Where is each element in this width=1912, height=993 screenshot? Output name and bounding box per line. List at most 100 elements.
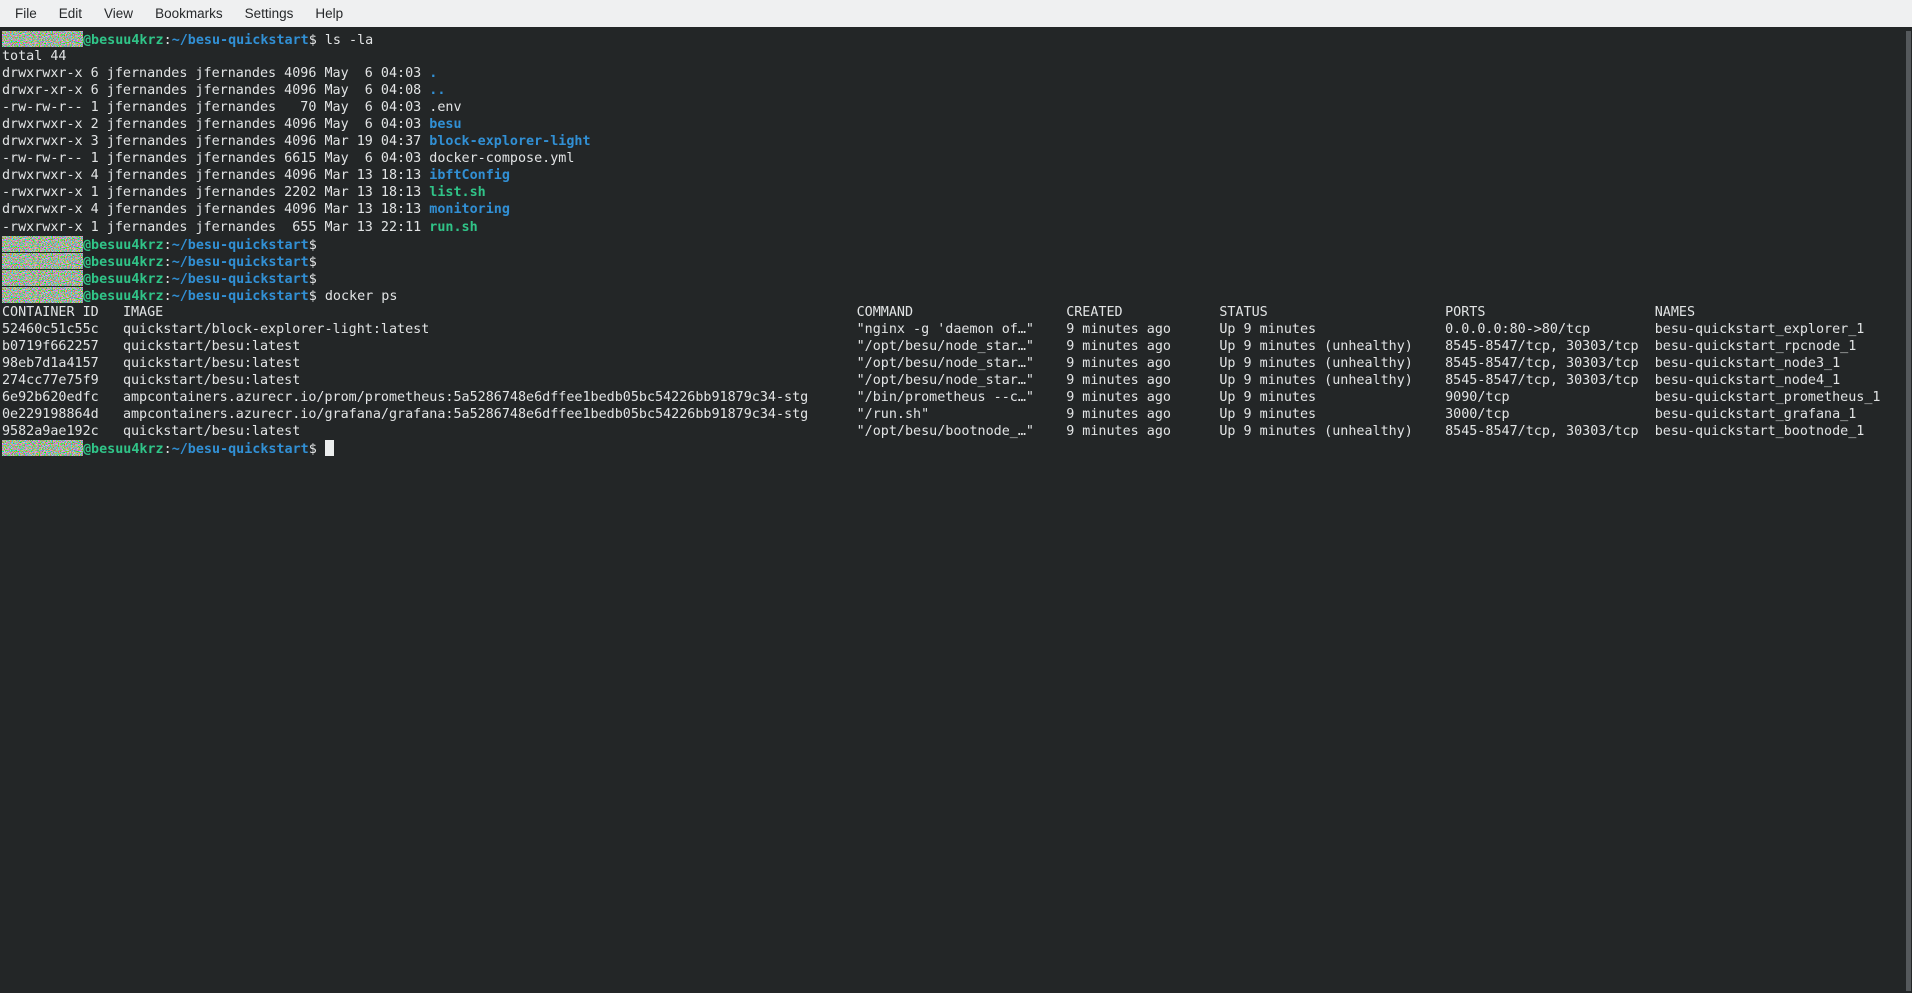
terminal-line: drwxrwxr-x 3 jfernandes jfernandes 4096 … — [2, 133, 1912, 150]
cell-image: quickstart/besu:latest — [123, 373, 857, 388]
prompt-separator: : — [164, 238, 172, 253]
redacted-username — [2, 287, 83, 303]
cell-container-id: 274cc77e75f9 — [2, 373, 123, 388]
cell-command: "/opt/besu/node_star…" — [857, 373, 1067, 388]
cell-image: ampcontainers.azurecr.io/prom/prometheus… — [123, 390, 857, 405]
redacted-username — [2, 440, 83, 456]
terminal-line: drwxr-xr-x 6 jfernandes jfernandes 4096 … — [2, 82, 1912, 99]
col-header: CONTAINER ID — [2, 305, 123, 320]
col-header: STATUS — [1219, 305, 1445, 320]
terminal-line: 0e229198864d ampcontainers.azurecr.io/gr… — [2, 406, 1912, 423]
menu-item-help[interactable]: Help — [304, 0, 354, 27]
cell-image: ampcontainers.azurecr.io/grafana/grafana… — [123, 407, 857, 422]
menu-bar: FileEditViewBookmarksSettingsHelp — [0, 0, 1912, 27]
terminal-line: 274cc77e75f9 quickstart/besu:latest "/op… — [2, 372, 1912, 389]
cell-container-id: b0719f662257 — [2, 339, 123, 354]
cell-names: besu-quickstart_grafana_1 — [1655, 407, 1857, 422]
redacted-username — [2, 236, 83, 252]
cell-ports: 8545-8547/tcp, 30303/tcp — [1445, 373, 1655, 388]
file-meta: drwxrwxr-x 4 jfernandes jfernandes 4096 … — [2, 202, 429, 217]
prompt-path: ~/besu-quickstart — [172, 33, 309, 48]
prompt-host: @besuu4krz — [83, 238, 164, 253]
cell-created: 9 minutes ago — [1066, 407, 1219, 422]
terminal-line: -rw-rw-r-- 1 jfernandes jfernandes 70 Ma… — [2, 99, 1912, 116]
command-text: ls -la — [325, 33, 373, 48]
terminal-line: @besuu4krz:~/besu-quickstart$ docker ps — [2, 287, 1912, 304]
prompt-path: ~/besu-quickstart — [172, 272, 309, 287]
prompt-separator: : — [164, 289, 172, 304]
terminal-line: -rwxrwxr-x 1 jfernandes jfernandes 655 M… — [2, 219, 1912, 236]
col-header: COMMAND — [857, 305, 1067, 320]
cell-ports: 9090/tcp — [1445, 390, 1655, 405]
col-header: CREATED — [1066, 305, 1219, 320]
terminal-line: 52460c51c55c quickstart/block-explorer-l… — [2, 321, 1912, 338]
terminal-line: @besuu4krz:~/besu-quickstart$ — [2, 236, 1912, 253]
file-meta: drwxr-xr-x 6 jfernandes jfernandes 4096 … — [2, 83, 429, 98]
terminal-line: -rwxrwxr-x 1 jfernandes jfernandes 2202 … — [2, 184, 1912, 201]
prompt-symbol: $ — [309, 272, 325, 287]
file-name: block-explorer-light — [429, 134, 590, 149]
terminal-line: @besuu4krz:~/besu-quickstart$ — [2, 253, 1912, 270]
terminal-line: drwxrwxr-x 4 jfernandes jfernandes 4096 … — [2, 167, 1912, 184]
cell-container-id: 98eb7d1a4157 — [2, 356, 123, 371]
file-name: besu — [429, 117, 461, 132]
menu-item-edit[interactable]: Edit — [48, 0, 93, 27]
file-meta: drwxrwxr-x 2 jfernandes jfernandes 4096 … — [2, 117, 429, 132]
redacted-username — [2, 31, 83, 47]
cell-created: 9 minutes ago — [1066, 356, 1219, 371]
prompt-host: @besuu4krz — [83, 289, 164, 304]
cell-image: quickstart/besu:latest — [123, 339, 857, 354]
ls-total: total 44 — [2, 49, 67, 64]
cell-ports: 8545-8547/tcp, 30303/tcp — [1445, 339, 1655, 354]
cell-ports: 3000/tcp — [1445, 407, 1655, 422]
terminal-line: b0719f662257 quickstart/besu:latest "/op… — [2, 338, 1912, 355]
cell-command: "/opt/besu/node_star…" — [857, 356, 1067, 371]
cell-ports: 8545-8547/tcp, 30303/tcp — [1445, 356, 1655, 371]
terminal-line: total 44 — [2, 48, 1912, 65]
file-name: docker-compose.yml — [429, 151, 574, 166]
col-header: IMAGE — [123, 305, 857, 320]
prompt-host: @besuu4krz — [83, 33, 164, 48]
cell-command: "nginx -g 'daemon of…" — [857, 322, 1067, 337]
cell-image: quickstart/block-explorer-light:latest — [123, 322, 857, 337]
prompt-symbol: $ — [309, 33, 325, 48]
cell-command: "/bin/prometheus --c…" — [857, 390, 1067, 405]
file-name: .. — [429, 83, 445, 98]
cell-container-id: 52460c51c55c — [2, 322, 123, 337]
file-meta: -rw-rw-r-- 1 jfernandes jfernandes 6615 … — [2, 151, 429, 166]
menu-item-settings[interactable]: Settings — [234, 0, 305, 27]
cell-names: besu-quickstart_node4_1 — [1655, 373, 1840, 388]
terminal-line: drwxrwxr-x 4 jfernandes jfernandes 4096 … — [2, 201, 1912, 218]
terminal-line: drwxrwxr-x 2 jfernandes jfernandes 4096 … — [2, 116, 1912, 133]
menu-item-file[interactable]: File — [4, 0, 48, 27]
file-meta: -rwxrwxr-x 1 jfernandes jfernandes 2202 … — [2, 185, 429, 200]
cell-ports: 8545-8547/tcp, 30303/tcp — [1445, 424, 1655, 439]
cell-created: 9 minutes ago — [1066, 424, 1219, 439]
file-meta: -rw-rw-r-- 1 jfernandes jfernandes 70 Ma… — [2, 100, 429, 115]
terminal-scrollbar[interactable] — [1906, 31, 1911, 991]
file-name: run.sh — [429, 220, 477, 235]
prompt-path: ~/besu-quickstart — [172, 442, 309, 457]
col-header: NAMES — [1655, 305, 1695, 320]
prompt-symbol: $ — [309, 255, 325, 270]
command-text: docker ps — [325, 289, 398, 304]
menu-item-view[interactable]: View — [93, 0, 144, 27]
redacted-username — [2, 253, 83, 269]
terminal-line: 98eb7d1a4157 quickstart/besu:latest "/op… — [2, 355, 1912, 372]
terminal-screen[interactable]: @besuu4krz:~/besu-quickstart$ ls -latota… — [0, 27, 1912, 993]
cell-command: "/run.sh" — [857, 407, 1067, 422]
menu-item-bookmarks[interactable]: Bookmarks — [144, 0, 234, 27]
terminal-line: -rw-rw-r-- 1 jfernandes jfernandes 6615 … — [2, 150, 1912, 167]
cell-created: 9 minutes ago — [1066, 339, 1219, 354]
cell-command: "/opt/besu/node_star…" — [857, 339, 1067, 354]
redacted-username — [2, 270, 83, 286]
file-name: . — [429, 66, 437, 81]
cell-status: Up 9 minutes — [1219, 390, 1445, 405]
prompt-separator: : — [164, 272, 172, 287]
prompt-symbol: $ — [309, 289, 325, 304]
cell-names: besu-quickstart_node3_1 — [1655, 356, 1840, 371]
cell-names: besu-quickstart_rpcnode_1 — [1655, 339, 1857, 354]
cell-container-id: 6e92b620edfc — [2, 390, 123, 405]
cell-created: 9 minutes ago — [1066, 390, 1219, 405]
file-meta: drwxrwxr-x 4 jfernandes jfernandes 4096 … — [2, 168, 429, 183]
